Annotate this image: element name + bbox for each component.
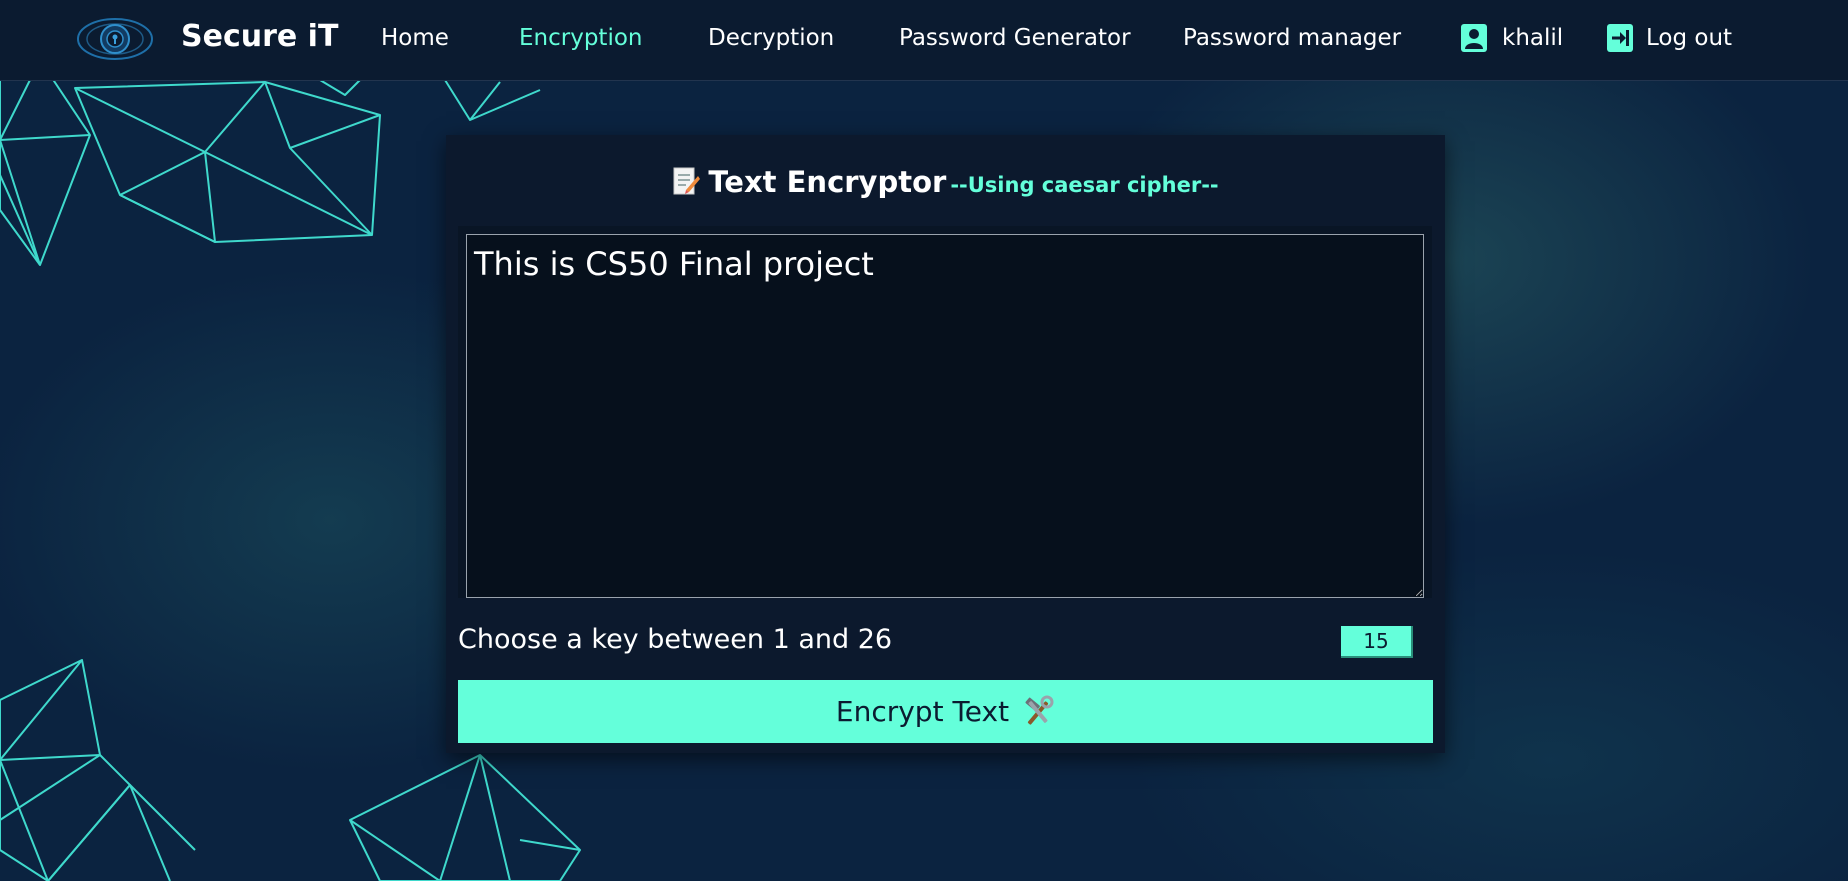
card-subtitle: --Using caesar cipher--	[950, 173, 1219, 197]
eye-lock-logo-icon[interactable]	[76, 14, 154, 64]
nav-encryption[interactable]: Encryption	[519, 25, 642, 51]
encrypt-button[interactable]: Encrypt Text	[458, 680, 1433, 743]
key-label: Choose a key between 1 and 26	[458, 624, 893, 655]
logout-icon	[1607, 24, 1633, 52]
card-title: Text Encryptor --Using caesar cipher--	[446, 165, 1445, 199]
nav-password-generator[interactable]: Password Generator	[899, 25, 1131, 51]
navbar: Secure iT Home Encryption Decryption Pas…	[0, 0, 1848, 81]
memo-icon	[673, 167, 701, 195]
message-input-wrapper: This is CS50 Final project	[458, 226, 1432, 598]
message-textarea[interactable]: This is CS50 Final project	[466, 234, 1424, 598]
nav-logout[interactable]: Log out	[1646, 25, 1732, 51]
nav-home[interactable]: Home	[381, 25, 449, 51]
nav-decryption[interactable]: Decryption	[708, 25, 834, 51]
user-icon	[1461, 24, 1487, 52]
encryptor-card: Text Encryptor --Using caesar cipher-- Th…	[446, 135, 1445, 753]
card-title-text: Text Encryptor	[708, 165, 947, 199]
hammer-wrench-icon	[1025, 695, 1054, 725]
key-input[interactable]	[1341, 626, 1413, 658]
nav-user[interactable]: khalil	[1502, 25, 1563, 51]
nav-password-manager[interactable]: Password manager	[1183, 25, 1401, 51]
brand-name[interactable]: Secure iT	[181, 19, 338, 54]
encrypt-button-label: Encrypt Text	[835, 695, 1010, 728]
